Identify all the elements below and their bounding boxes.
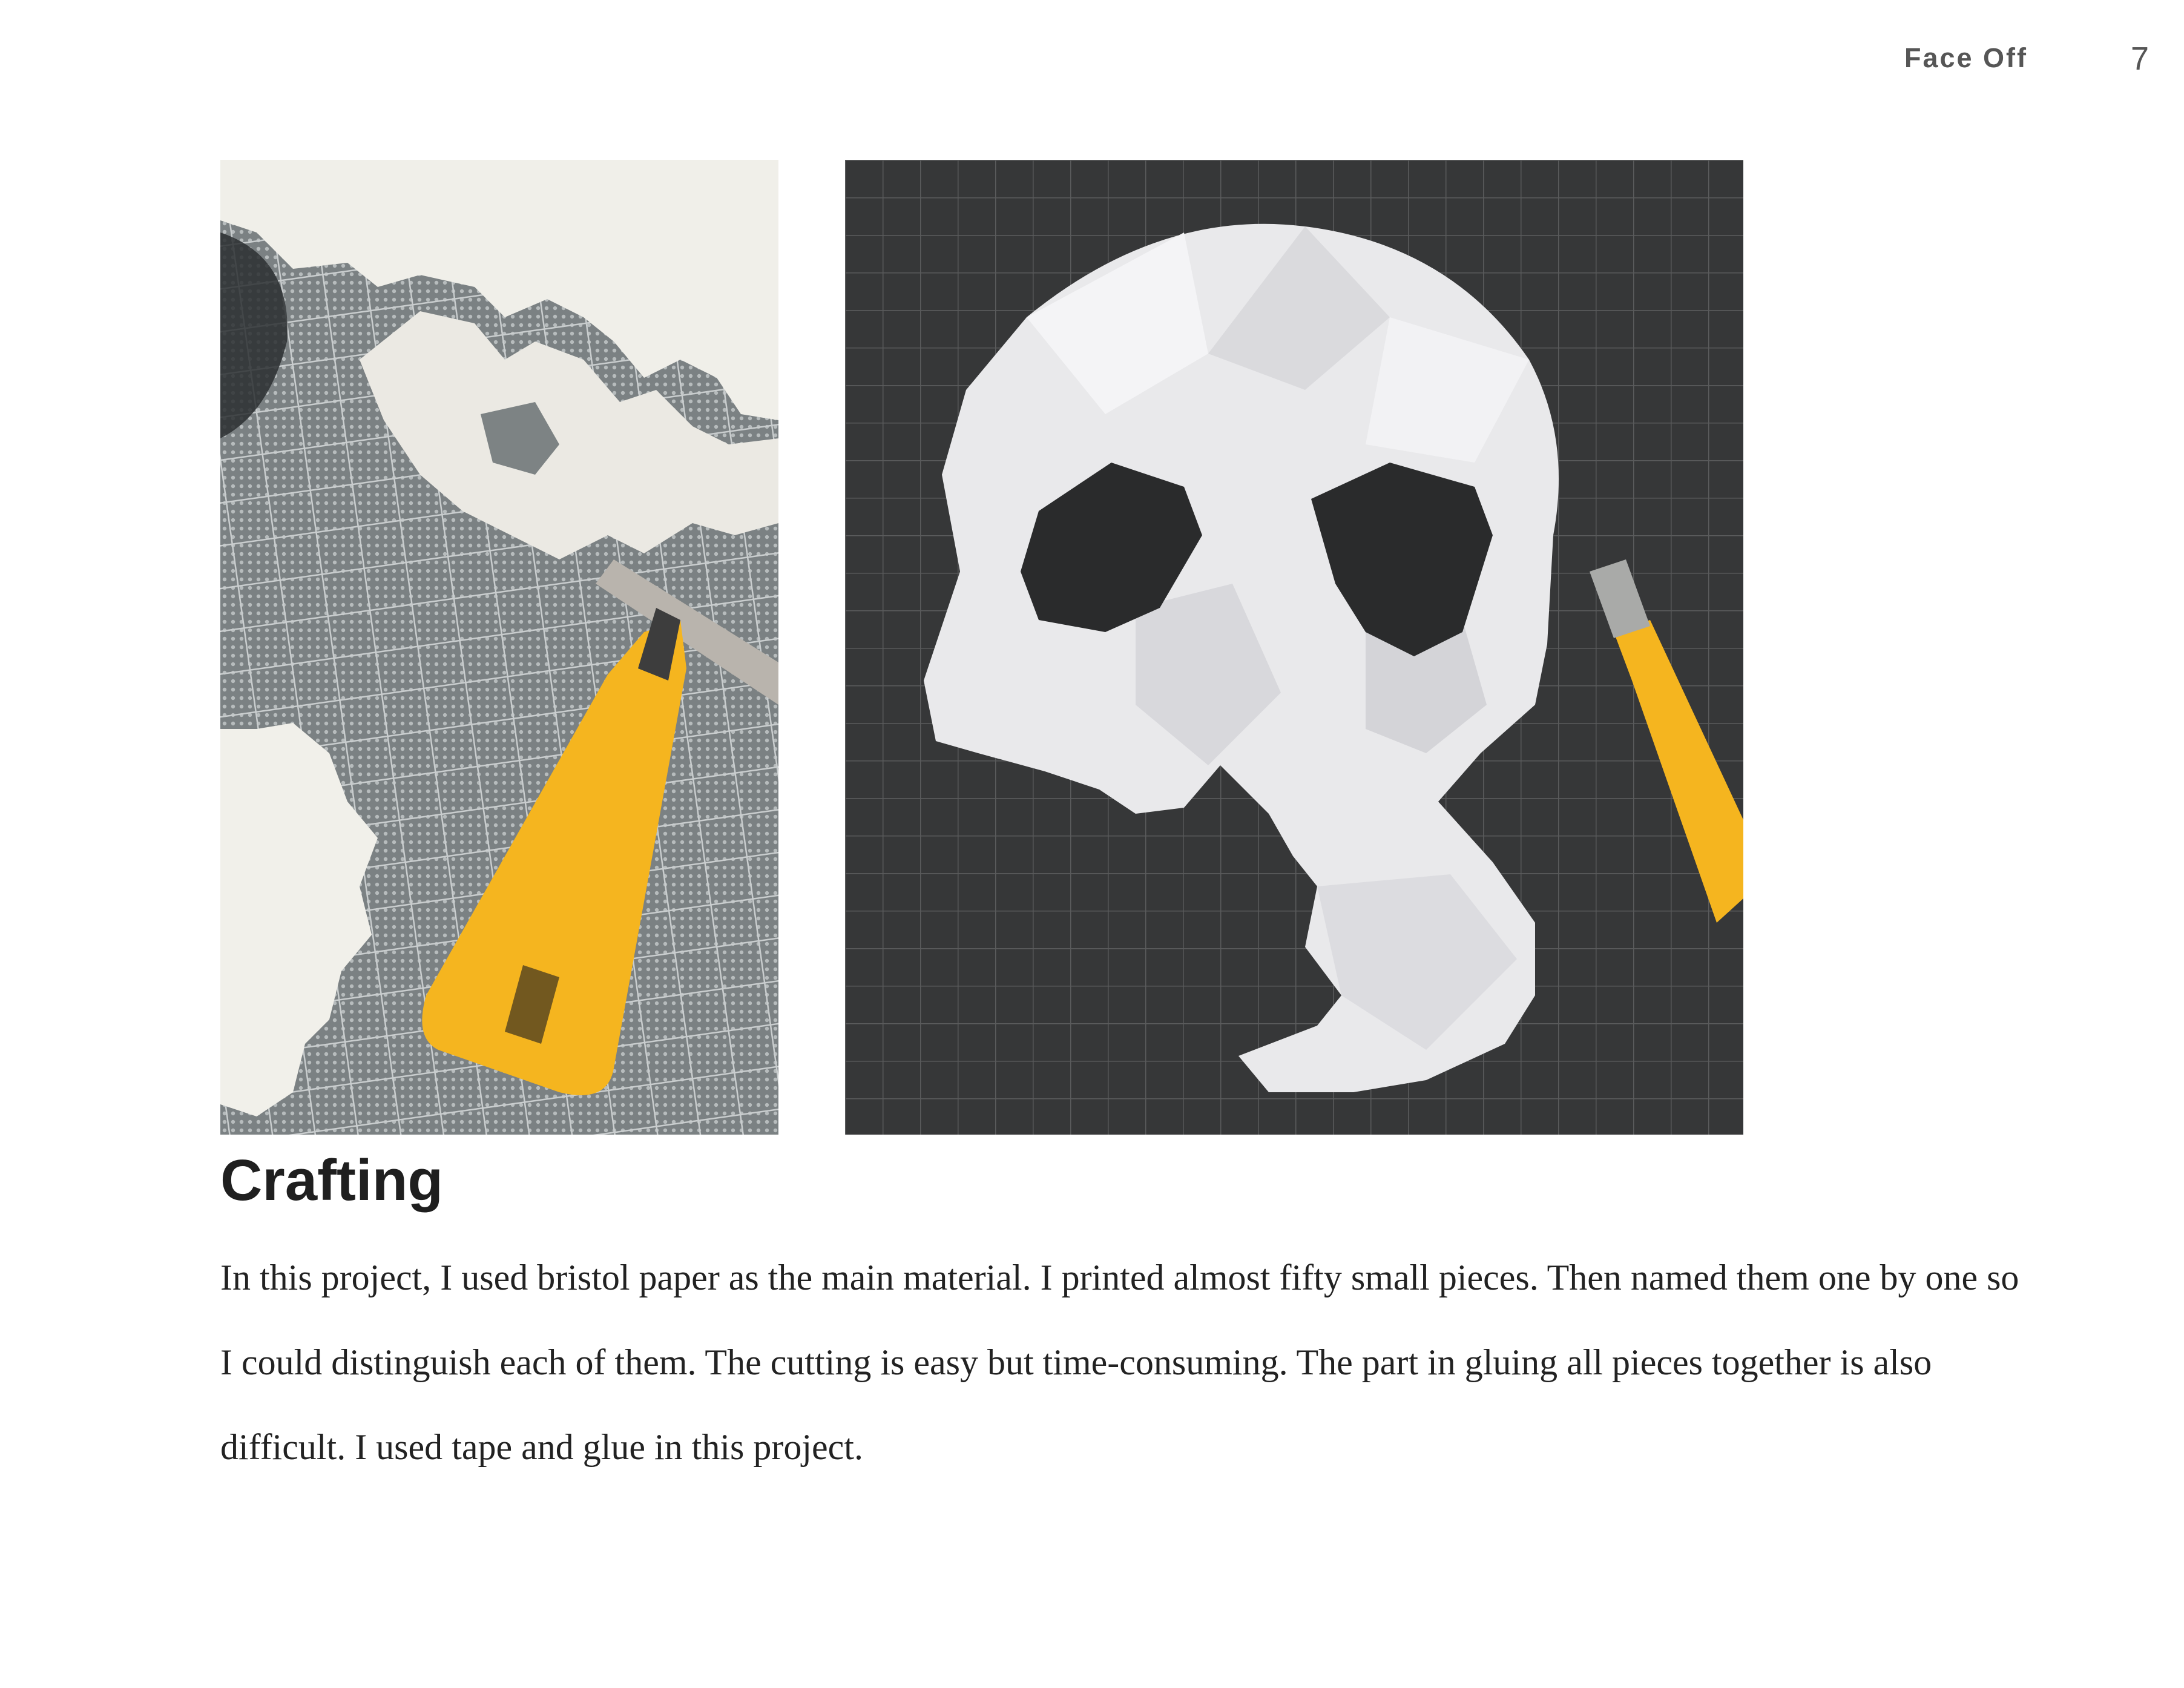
paper-pieces-and-knife-photo	[220, 160, 778, 1135]
paper-pieces-and-knife-image	[220, 160, 778, 1135]
section-body-paragraph: In this project, I used bristol paper as…	[220, 1258, 2019, 1467]
running-header-title: Face Off	[1904, 42, 2028, 73]
paper-skull-mask-photo	[845, 160, 1743, 1135]
paper-skull-mask-image	[845, 160, 1743, 1135]
page-number: 7	[2130, 41, 2149, 77]
section-heading: Crafting	[220, 1148, 443, 1213]
